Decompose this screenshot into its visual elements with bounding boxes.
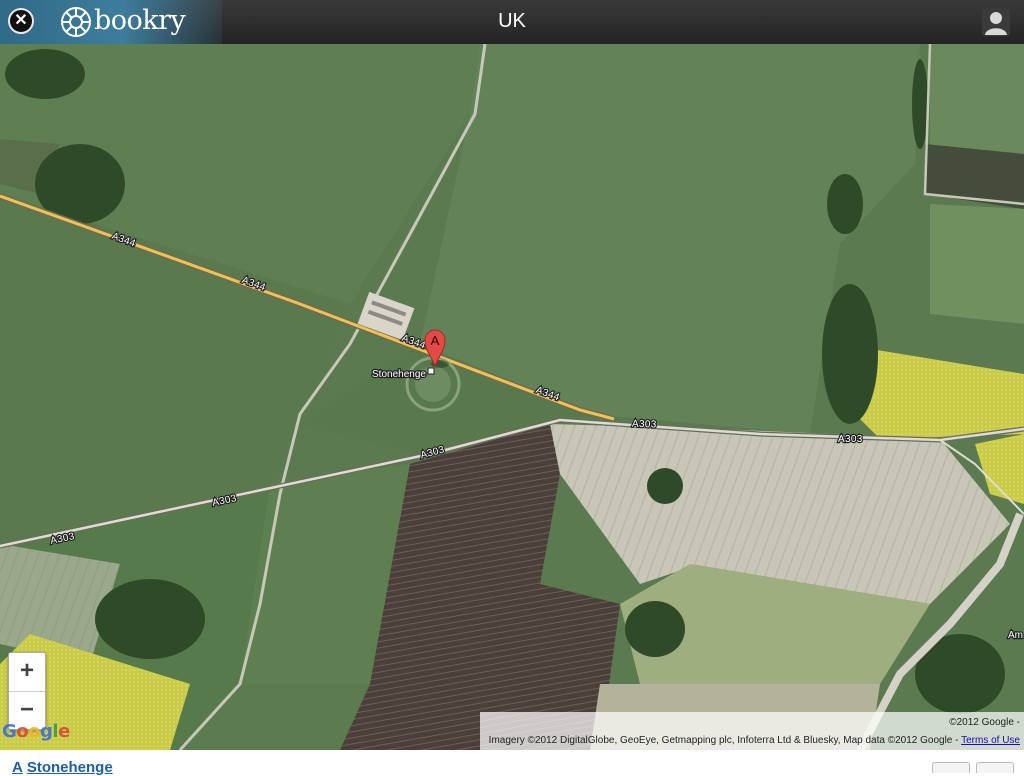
satellite-map[interactable]: A344 A344 A344 A344 A303 A303 A303 A303 … (0, 44, 1024, 750)
map-view[interactable]: A344 A344 A344 A344 A303 A303 A303 A303 … (0, 44, 1024, 750)
user-avatar-icon[interactable] (982, 8, 1010, 36)
road-label-a303: A303 (838, 434, 863, 445)
place-label-stonehenge: Stonehenge (372, 369, 426, 380)
google-logo[interactable]: Google (2, 721, 70, 742)
attribution-text: Imagery ©2012 DigitalGlobe, GeoEye, Getm… (489, 735, 1020, 746)
top-bar: ✕ bookry UK (0, 0, 1024, 44)
road-label-a303: A303 (632, 419, 657, 431)
page-title: UK (498, 10, 526, 32)
zoom-control: + − (8, 652, 46, 730)
copyright-text: ©2012 Google - (949, 717, 1020, 728)
terms-of-use-link[interactable]: Terms of Use (961, 735, 1020, 746)
marker-letter: A (431, 333, 440, 348)
place-label-fragment: Am (1008, 630, 1023, 641)
attribution-label: Imagery ©2012 DigitalGlobe, GeoEye, Getm… (488, 735, 959, 746)
result-list: A Stonehenge (0, 750, 1024, 776)
zoom-in-button[interactable]: + (9, 653, 45, 692)
